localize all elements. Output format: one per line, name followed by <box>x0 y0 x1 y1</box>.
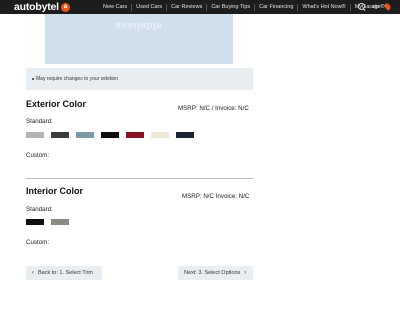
autobytel-logo[interactable]: autobytel a <box>14 1 70 13</box>
search-icon[interactable] <box>357 3 366 11</box>
next-select-options-button[interactable]: Next: 3. Select Options › <box>178 266 253 280</box>
interior-swatch[interactable] <box>51 219 69 225</box>
nav-whats-hot-now[interactable]: What's Hot Now® <box>298 3 351 11</box>
nav-car-buying-tips[interactable]: Car Buying Tips <box>207 3 256 11</box>
nav-car-reviews[interactable]: Car Reviews <box>167 3 208 11</box>
exterior-swatch[interactable] <box>76 132 94 138</box>
section-divider <box>26 178 253 179</box>
nav-new-cars[interactable]: New Cars <box>99 3 133 11</box>
exterior-swatch[interactable] <box>176 132 194 138</box>
zip-label[interactable]: zip <box>372 4 379 10</box>
exterior-custom-label: Custom: <box>26 152 50 159</box>
exterior-swatch[interactable] <box>126 132 144 138</box>
logo-badge-icon: a <box>60 2 70 12</box>
location-pin-icon[interactable] <box>383 2 392 11</box>
vehicle-image-caption: available <box>115 20 163 31</box>
vehicle-image: available <box>45 14 233 64</box>
exterior-color-title: Exterior Color <box>26 99 87 109</box>
notice-text: May require changes to your seletion <box>36 76 118 82</box>
interior-msrp: MSRP: N/C Invoice: N/C <box>182 193 250 200</box>
bullet-icon <box>32 78 34 80</box>
exterior-swatch[interactable] <box>151 132 169 138</box>
interior-custom-label: Custom: <box>26 239 50 246</box>
chevron-left-icon: ‹ <box>32 270 34 276</box>
notice-box: May require changes to your seletion <box>26 68 253 90</box>
back-to-select-trim-button[interactable]: ‹ Back to: 1. Select Trim <box>26 266 102 280</box>
exterior-swatches <box>26 132 194 138</box>
nav-car-financing[interactable]: Car Financing <box>255 3 299 11</box>
exterior-msrp: MSRP: N/C / Invoice: N/C <box>178 105 249 112</box>
exterior-standard-label: Standard: <box>26 118 53 125</box>
logo-badge-letter: a <box>63 4 68 10</box>
exterior-swatch[interactable] <box>101 132 119 138</box>
interior-color-title: Interior Color <box>26 186 84 196</box>
top-navigation-bar: autobytel a New Cars Used Cars Car Revie… <box>0 0 400 14</box>
main-nav: New Cars Used Cars Car Reviews Car Buyin… <box>99 0 388 14</box>
nav-utility-icons: zip <box>357 0 392 14</box>
next-button-label: Next: 3. Select Options <box>184 270 241 276</box>
chevron-right-icon: › <box>244 270 247 276</box>
interior-swatch[interactable] <box>26 219 44 225</box>
exterior-swatch[interactable] <box>26 132 44 138</box>
nav-used-cars[interactable]: Used Cars <box>132 3 168 11</box>
logo-text: autobytel <box>14 1 59 13</box>
exterior-swatch[interactable] <box>51 132 69 138</box>
back-button-label: Back to: 1. Select Trim <box>38 270 94 276</box>
interior-swatches <box>26 219 69 225</box>
interior-standard-label: Standard: <box>26 206 53 213</box>
